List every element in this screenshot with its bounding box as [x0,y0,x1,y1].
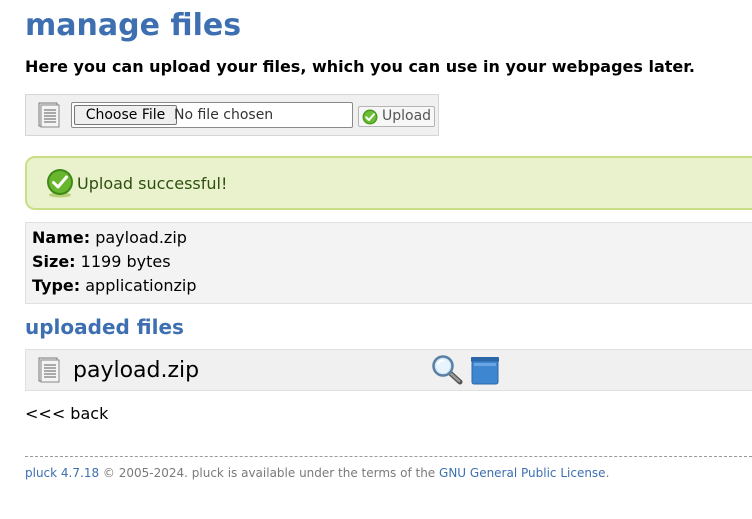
page-title: manage files [25,8,242,43]
file-input[interactable]: Choose File No file chosen [71,102,353,128]
file-status-text: No file chosen [174,107,274,123]
file-list-item: payload.zip [25,349,752,391]
file-name-row: Name: payload.zip [32,228,187,248]
footer-text: © 2005-2024. pluck is available under th… [102,466,436,480]
uploaded-files-heading: uploaded files [25,315,184,339]
choose-file-button[interactable]: Choose File [74,105,177,125]
back-link[interactable]: <<< back [25,404,108,424]
footer-end: . [605,466,610,480]
success-message: Upload successful! [25,156,752,210]
type-value: applicationzip [85,276,197,295]
size-value: 1199 bytes [80,252,171,271]
file-name: payload.zip [73,358,200,383]
file-info-box: Name: payload.zip Size: 1199 bytes Type:… [25,222,752,304]
name-label: Name: [32,228,91,247]
trash-icon[interactable] [469,356,501,386]
check-icon [362,109,378,125]
footer-divider [25,456,752,457]
type-label: Type: [32,276,81,295]
page: manage files Here you can upload your fi… [0,0,752,519]
upload-button[interactable]: Upload [358,106,435,127]
size-label: Size: [32,252,76,271]
version-link[interactable]: pluck 4.7.18 [25,466,99,480]
document-icon [38,357,60,383]
file-type-row: Type: applicationzip [32,276,197,296]
file-size-row: Size: 1199 bytes [32,252,171,272]
name-value: payload.zip [95,228,187,247]
upload-button-label: Upload [382,108,432,124]
check-icon [47,169,73,198]
page-subtitle: Here you can upload your files, which yo… [25,57,695,76]
document-icon [38,102,60,128]
footer: pluck 4.7.18 © 2005-2024. pluck is avail… [25,466,609,481]
success-text: Upload successful! [77,174,228,193]
upload-form: Choose File No file chosen Upload [25,94,439,136]
license-link[interactable]: GNU General Public License [439,466,606,480]
magnifier-icon[interactable] [431,355,463,385]
